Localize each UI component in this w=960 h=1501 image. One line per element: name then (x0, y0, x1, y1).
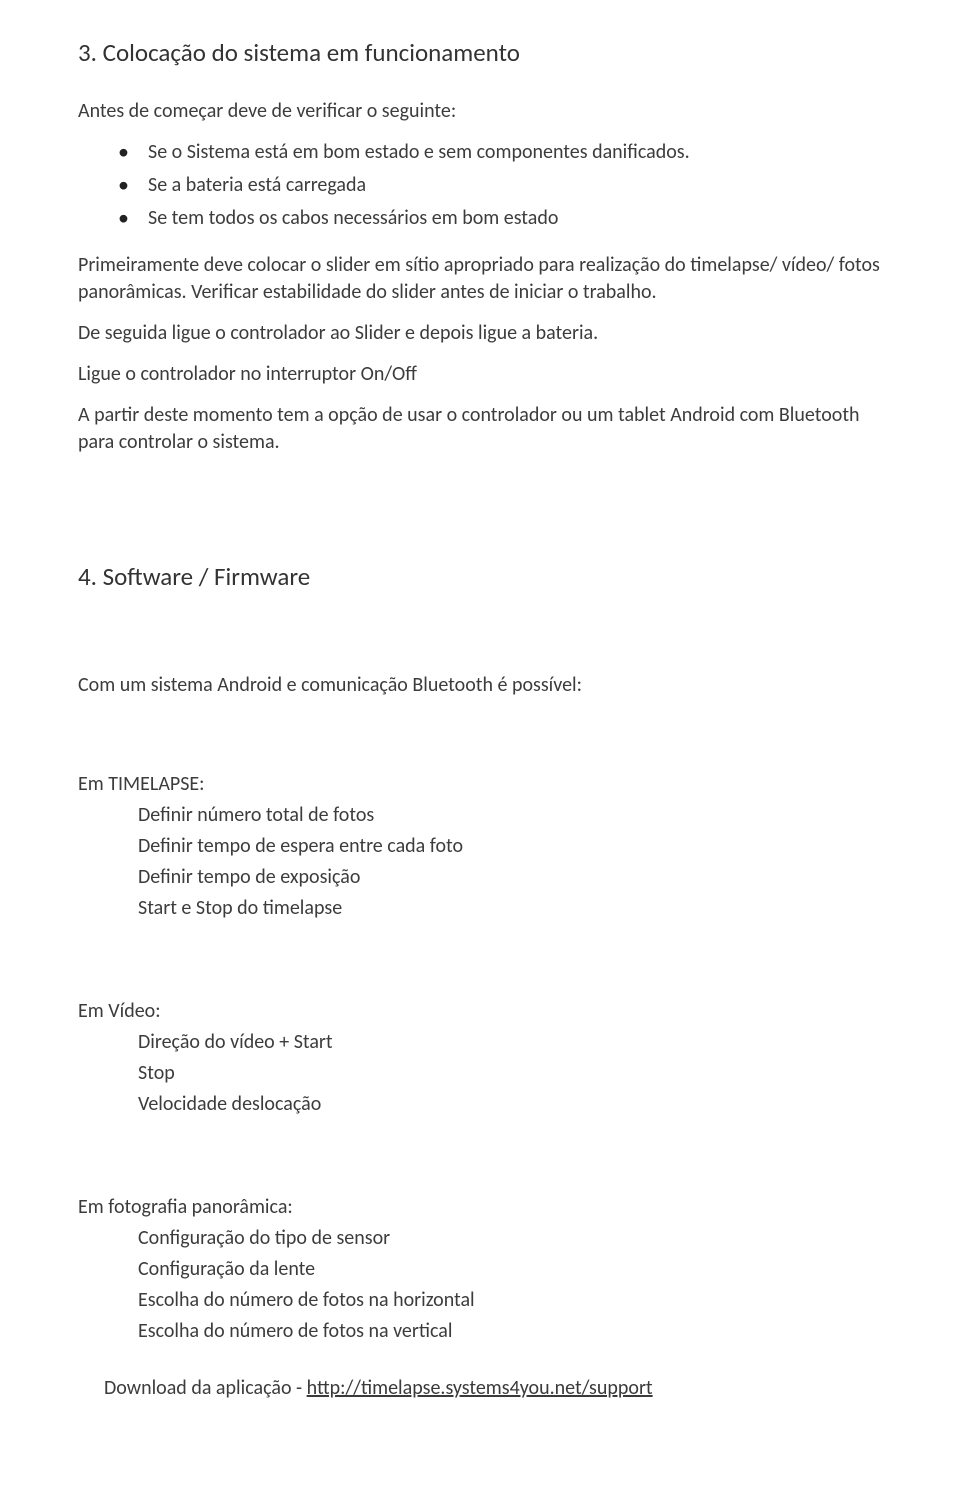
video-items: Direção do vídeo + Start Stop Velocidade… (78, 1029, 882, 1118)
panorama-items: Configuração do tipo de sensor Configura… (78, 1225, 882, 1345)
list-item: Direção do vídeo + Start (138, 1029, 882, 1056)
list-item: Configuração do tipo de sensor (138, 1225, 882, 1252)
section-3-paragraph: Ligue o controlador no interruptor On/Of… (78, 361, 882, 388)
video-heading: Em Vídeo: (78, 998, 882, 1025)
section-4-title: 4. Software / Firmware (78, 560, 882, 594)
list-item: Definir tempo de espera entre cada foto (138, 833, 882, 860)
panorama-heading: Em fotografia panorâmica: (78, 1194, 882, 1221)
list-item: Velocidade deslocação (138, 1091, 882, 1118)
section-3-paragraph: Primeiramente deve colocar o slider em s… (78, 252, 882, 306)
download-link[interactable]: http://timelapse.systems4you.net/support (307, 1376, 653, 1400)
section-3-bullet-list: Se o Sistema está em bom estado e sem co… (78, 139, 882, 232)
timelapse-heading: Em TIMELAPSE: (78, 771, 882, 798)
list-item: Configuração da lente (138, 1256, 882, 1283)
list-item: Definir tempo de exposição (138, 864, 882, 891)
section-3-title: 3. Colocação do sistema em funcionamento (78, 36, 882, 70)
section-3-intro: Antes de começar deve de verificar o seg… (78, 98, 882, 125)
list-item: Escolha do número de fotos na horizontal (138, 1287, 882, 1314)
section-4-intro: Com um sistema Android e comunicação Blu… (78, 672, 882, 699)
timelapse-items: Definir número total de fotos Definir te… (78, 802, 882, 922)
list-item: Definir número total de fotos (138, 802, 882, 829)
section-3-paragraph: De seguida ligue o controlador ao Slider… (78, 320, 882, 347)
list-item: Start e Stop do timelapse (138, 895, 882, 922)
list-item: Escolha do número de fotos na vertical (138, 1318, 882, 1345)
list-item: Se a bateria está carregada (118, 172, 882, 199)
section-3-paragraph: A partir deste momento tem a opção de us… (78, 402, 882, 456)
list-item: Se tem todos os cabos necessários em bom… (118, 205, 882, 232)
list-item: Se o Sistema está em bom estado e sem co… (118, 139, 882, 166)
download-prefix: Download da aplicação - (104, 1376, 307, 1400)
download-line: Download da aplicação - http://timelapse… (78, 1375, 882, 1402)
list-item: Stop (138, 1060, 882, 1087)
